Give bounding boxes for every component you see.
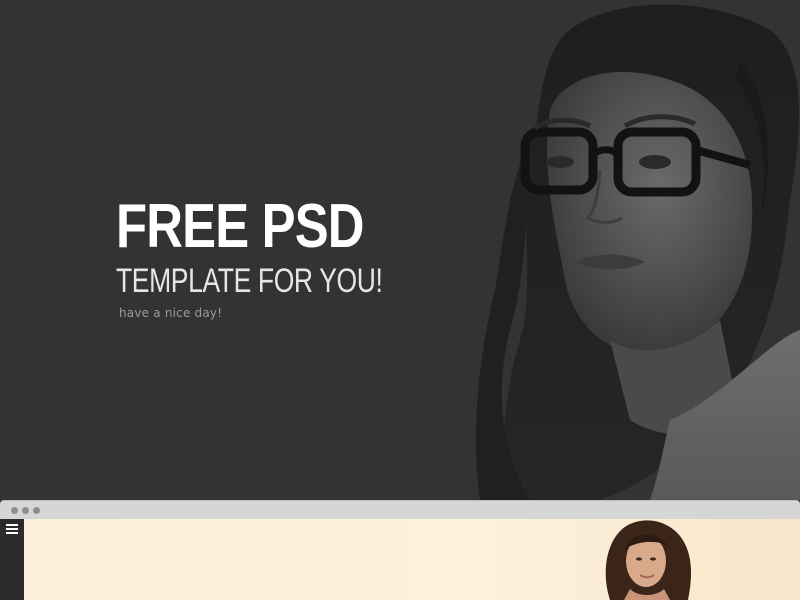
hamburger-menu-icon[interactable] — [6, 524, 18, 535]
portrait-photo — [475, 4, 800, 500]
model-photo — [605, 520, 692, 600]
window-control-dot[interactable] — [11, 507, 18, 514]
browser-content — [24, 519, 800, 600]
browser-mockup — [0, 500, 800, 600]
hero-section: FREE PSD TEMPLATE FOR YOU! have a nice d… — [0, 0, 800, 500]
browser-titlebar — [0, 500, 800, 519]
window-control-dot[interactable] — [33, 507, 40, 514]
browser-sidebar — [0, 519, 24, 600]
hero-headline: FREE PSD — [116, 192, 365, 261]
hero-subheadline: TEMPLATE FOR YOU! — [116, 262, 383, 300]
window-control-dot[interactable] — [22, 507, 29, 514]
hero-text: FREE PSD TEMPLATE FOR YOU! have a nice d… — [116, 192, 446, 320]
hero-tagline: have a nice day! — [119, 306, 223, 320]
